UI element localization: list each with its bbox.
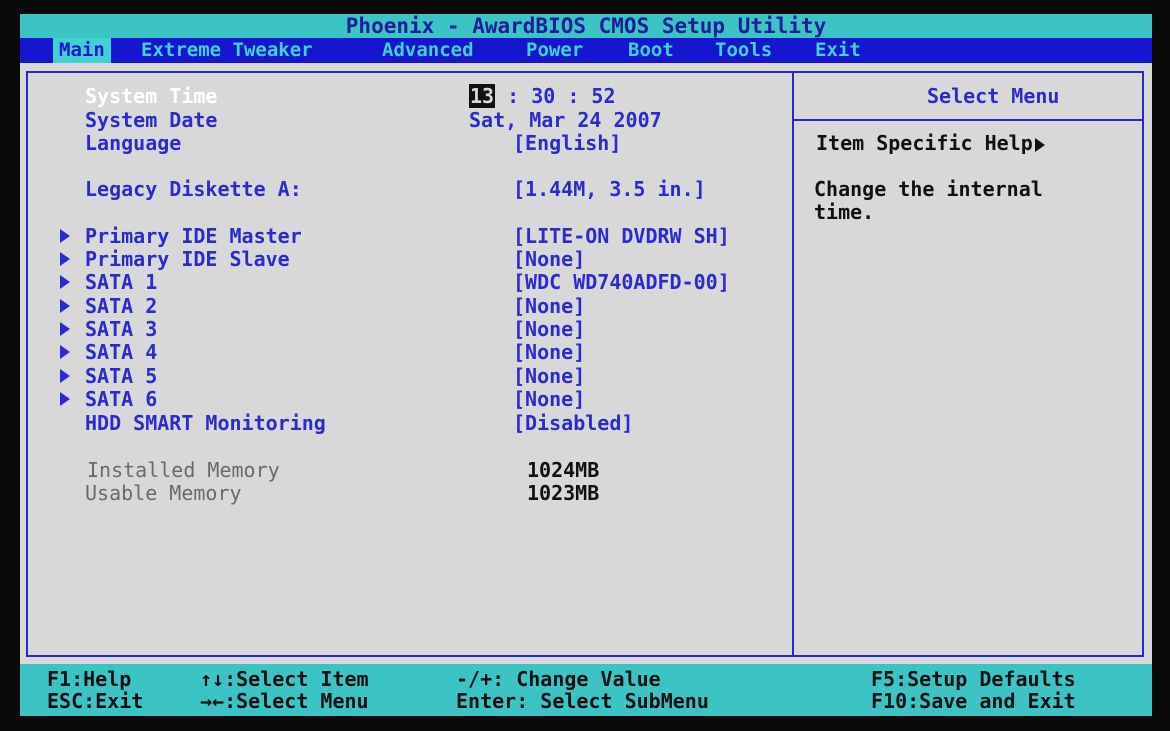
sata-3-label[interactable]: SATA 3 [85, 317, 157, 341]
window-title: Phoenix - AwardBIOS CMOS Setup Utility [20, 14, 1152, 38]
primary-ide-master-value[interactable]: [LITE-ON DVDRW SH] [513, 224, 730, 248]
panel-divider [792, 71, 794, 657]
menu-advanced[interactable]: Advanced [376, 38, 480, 63]
menu-boot[interactable]: Boot [622, 38, 680, 63]
time-hour-field[interactable]: 13 [469, 84, 496, 108]
system-date-value[interactable]: Sat, Mar 24 2007 [469, 108, 662, 132]
menu-tools[interactable]: Tools [709, 38, 778, 63]
key-f1-help: F1:Help [47, 667, 132, 691]
bios-screen: Phoenix - AwardBIOS CMOS Setup Utility M… [20, 14, 1152, 716]
help-header: Select Menu [927, 84, 1060, 108]
hdd-smart-value[interactable]: [Disabled] [513, 411, 633, 435]
legacy-diskette-value[interactable]: [1.44M, 3.5 in.] [513, 177, 706, 201]
menu-exit[interactable]: Exit [809, 38, 867, 63]
key-select-item: ↑↓:Select Item [200, 667, 369, 691]
submenu-arrow-icon [60, 252, 70, 266]
key-esc-exit: ESC:Exit [47, 689, 144, 713]
sata-1-value[interactable]: [WDC WD740ADFD-00] [513, 270, 730, 294]
key-help-footer: F1:Help ESC:Exit ↑↓:Select Item →←:Selec… [20, 664, 1152, 716]
key-f5-defaults: F5:Setup Defaults [871, 667, 1076, 691]
sata-1-label[interactable]: SATA 1 [85, 270, 157, 294]
sata-3-value[interactable]: [None] [513, 317, 585, 341]
sata-4-label[interactable]: SATA 4 [85, 340, 157, 364]
help-title-text: Item Specific Help [816, 131, 1033, 155]
time-rest: : 30 : 52 [495, 84, 616, 108]
sata-5-value[interactable]: [None] [513, 364, 585, 388]
installed-memory-label: Installed Memory [87, 458, 280, 482]
menu-extreme-tweaker[interactable]: Extreme Tweaker [135, 38, 319, 63]
hdd-smart-label[interactable]: HDD SMART Monitoring [85, 411, 326, 435]
sata-6-value[interactable]: [None] [513, 387, 585, 411]
submenu-arrow-icon [60, 392, 70, 406]
system-time-value[interactable]: 13 : 30 : 52 [469, 84, 616, 108]
help-expand-icon [1034, 137, 1045, 152]
usable-memory-label: Usable Memory [85, 481, 242, 505]
usable-memory-value: 1023MB [527, 481, 600, 505]
submenu-arrow-icon [60, 369, 70, 383]
sata-5-label[interactable]: SATA 5 [85, 364, 157, 388]
key-f10-save-exit: F10:Save and Exit [871, 689, 1076, 713]
legacy-diskette-label[interactable]: Legacy Diskette A: [85, 177, 302, 201]
help-header-divider [794, 119, 1144, 121]
submenu-arrow-icon [60, 275, 70, 289]
system-time-label[interactable]: System Time [85, 84, 217, 108]
menu-bar: Main Extreme Tweaker Advanced Power Boot… [20, 38, 1152, 63]
menu-main[interactable]: Main [53, 38, 111, 63]
submenu-arrow-icon [60, 345, 70, 359]
help-title: Item Specific Help [816, 131, 1045, 155]
sata-2-label[interactable]: SATA 2 [85, 294, 157, 318]
help-text-line-2: time. [814, 200, 875, 224]
sata-4-value[interactable]: [None] [513, 340, 585, 364]
sata-2-value[interactable]: [None] [513, 294, 585, 318]
help-text-line-1: Change the internal [814, 177, 1043, 201]
submenu-arrow-icon [60, 299, 70, 313]
primary-ide-slave-value[interactable]: [None] [513, 247, 585, 271]
key-select-submenu: Enter: Select SubMenu [456, 689, 709, 713]
primary-ide-slave-label[interactable]: Primary IDE Slave [85, 247, 290, 271]
submenu-arrow-icon [60, 322, 70, 336]
installed-memory-value: 1024MB [527, 458, 600, 482]
submenu-arrow-icon [60, 229, 70, 243]
primary-ide-master-label[interactable]: Primary IDE Master [85, 224, 302, 248]
key-change-value: -/+: Change Value [456, 667, 661, 691]
sata-6-label[interactable]: SATA 6 [85, 387, 157, 411]
language-value[interactable]: [English] [513, 131, 621, 155]
system-date-label[interactable]: System Date [85, 108, 217, 132]
menu-power[interactable]: Power [520, 38, 589, 63]
key-select-menu: →←:Select Menu [200, 689, 369, 713]
language-label[interactable]: Language [85, 131, 181, 155]
